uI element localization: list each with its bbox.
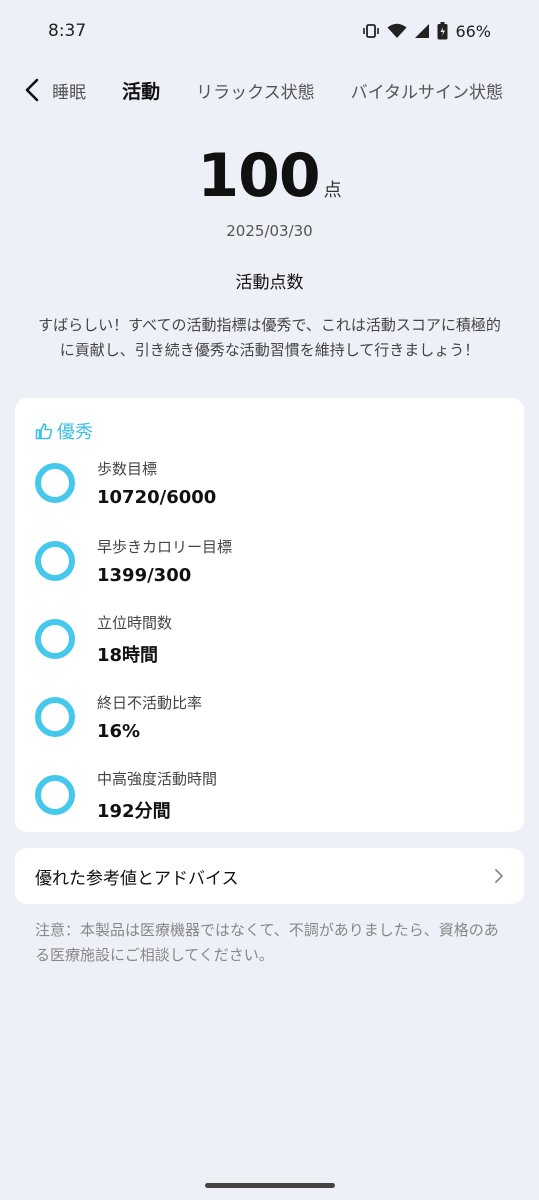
metric-item: 終日不活動比率 16%	[35, 678, 504, 756]
metric-value: 192分間	[97, 800, 171, 822]
metric-item: 早歩きカロリー目標 1399/300	[35, 522, 504, 600]
signal-icon	[414, 23, 430, 39]
advice-row[interactable]: 優れた参考値とアドバイス	[15, 848, 524, 904]
score-row: 100 点	[0, 140, 539, 212]
status-icons: 66%	[362, 22, 491, 41]
battery-percent: 66%	[455, 21, 491, 41]
tab-bar: 睡眠 活動 リラックス状態 バイタルサイン状態	[0, 66, 539, 114]
home-indicator[interactable]	[205, 1183, 335, 1188]
excellent-label: 優秀	[57, 422, 93, 443]
progress-ring-icon	[35, 541, 75, 581]
tab-sleep[interactable]: 睡眠	[52, 78, 86, 103]
metric-value: 1399/300	[97, 565, 192, 586]
progress-ring-icon	[35, 619, 75, 659]
chevron-right-icon	[495, 869, 503, 883]
excellent-card: 優秀 歩数目標 10720/6000 早歩きカロリー目標 1399/300 立位…	[15, 398, 524, 832]
advice-label: 優れた参考値とアドバイス	[35, 868, 239, 889]
status-time: 8:37	[48, 21, 87, 41]
score-unit: 点	[323, 180, 342, 201]
back-arrow-icon	[25, 78, 39, 102]
thumbs-up-icon	[35, 423, 53, 440]
metric-value: 10720/6000	[97, 487, 217, 508]
score-block: 100 点 2025/03/30 活動点数 すばらしい！すべての活動指標は優秀で…	[0, 140, 539, 363]
metric-label: 中高強度活動時間	[97, 769, 218, 788]
progress-ring-icon	[35, 463, 75, 503]
disclaimer-note: 注意：本製品は医療機器ではなくて、不調がありましたら、資格のある医療施設にご相談…	[35, 921, 499, 964]
status-bar: 8:37 66%	[0, 0, 539, 62]
wifi-icon	[387, 23, 407, 39]
metric-item: 中高強度活動時間 192分間	[35, 756, 504, 834]
vibrate-icon	[362, 23, 380, 39]
metric-value: 18時間	[97, 644, 159, 666]
metric-label: 立位時間数	[97, 613, 173, 632]
metric-item: 歩数目標 10720/6000	[35, 444, 504, 522]
battery-icon	[437, 22, 448, 40]
tab-activity[interactable]: 活動	[122, 77, 160, 104]
metric-label: 歩数目標	[97, 460, 158, 478]
score-description: すばらしい！すべての活動指標は優秀で、これは活動スコアに積極的に貢献し、引き続き…	[38, 316, 501, 359]
tab-vitals[interactable]: バイタルサイン状態	[351, 78, 503, 103]
tab-relax[interactable]: リラックス状態	[196, 78, 315, 103]
metric-item: 立位時間数 18時間	[35, 600, 504, 678]
metric-label: 早歩きカロリー目標	[97, 538, 233, 556]
progress-ring-icon	[35, 697, 75, 737]
metric-label: 終日不活動比率	[97, 694, 203, 712]
back-button[interactable]	[12, 66, 52, 114]
score-value: 100	[197, 141, 320, 211]
score-title: 活動点数	[235, 273, 304, 293]
metric-value: 16%	[97, 721, 141, 742]
excellent-header: 優秀	[35, 418, 504, 444]
progress-ring-icon	[35, 775, 75, 815]
score-date: 2025/03/30	[226, 222, 313, 240]
